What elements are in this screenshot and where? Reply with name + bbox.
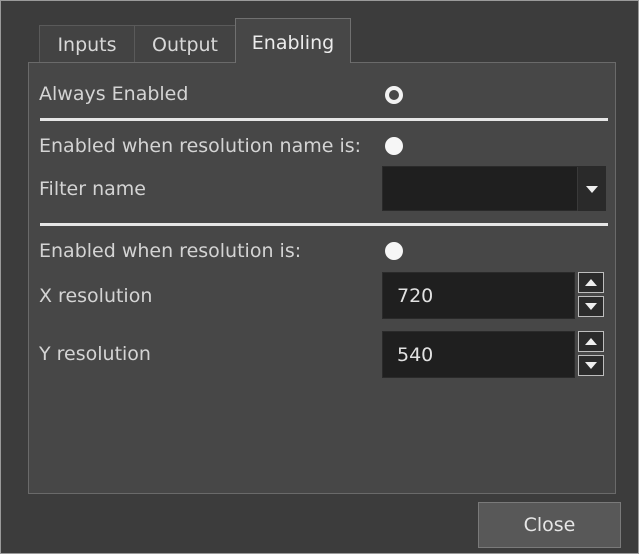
- x-resolution-value: 720: [397, 285, 434, 307]
- close-button[interactable]: Close: [478, 502, 621, 548]
- chevron-down-icon: [586, 186, 598, 193]
- x-resolution-decrement-button[interactable]: [578, 296, 604, 317]
- always-enabled-radio[interactable]: [385, 86, 403, 104]
- always-enabled-label: Always Enabled: [39, 83, 189, 105]
- x-resolution-label: X resolution: [39, 285, 153, 307]
- triangle-down-icon: [585, 362, 597, 369]
- x-resolution-increment-button[interactable]: [578, 272, 604, 293]
- enabled-when-name-label: Enabled when resolution name is:: [39, 135, 362, 157]
- separator: [40, 223, 608, 226]
- y-resolution-stepper: [576, 331, 606, 377]
- y-resolution-decrement-button[interactable]: [578, 355, 604, 376]
- triangle-up-icon: [585, 338, 597, 345]
- enabling-panel: Always Enabled Enabled when resolution n…: [28, 62, 616, 494]
- enabling-dialog: Inputs Output Enabling Always Enabled En…: [0, 0, 639, 554]
- y-resolution-input[interactable]: 540: [382, 331, 575, 378]
- x-resolution-input[interactable]: 720: [382, 272, 575, 319]
- triangle-up-icon: [585, 279, 597, 286]
- filter-name-dropdown[interactable]: [382, 166, 606, 211]
- filter-name-label: Filter name: [39, 178, 146, 200]
- tab-inputs[interactable]: Inputs: [39, 25, 135, 63]
- y-resolution-value: 540: [397, 344, 434, 366]
- enabled-when-resolution-radio[interactable]: [385, 242, 403, 260]
- enabled-when-resolution-label: Enabled when resolution is:: [39, 240, 302, 262]
- filter-name-dropdown-button[interactable]: [577, 167, 605, 211]
- tab-output[interactable]: Output: [134, 25, 236, 63]
- triangle-down-icon: [585, 303, 597, 310]
- tab-enabling[interactable]: Enabling: [235, 18, 351, 63]
- y-resolution-label: Y resolution: [39, 343, 151, 365]
- enabled-when-name-radio[interactable]: [385, 137, 403, 155]
- separator: [40, 118, 608, 121]
- y-resolution-increment-button[interactable]: [578, 331, 604, 352]
- x-resolution-stepper: [576, 272, 606, 318]
